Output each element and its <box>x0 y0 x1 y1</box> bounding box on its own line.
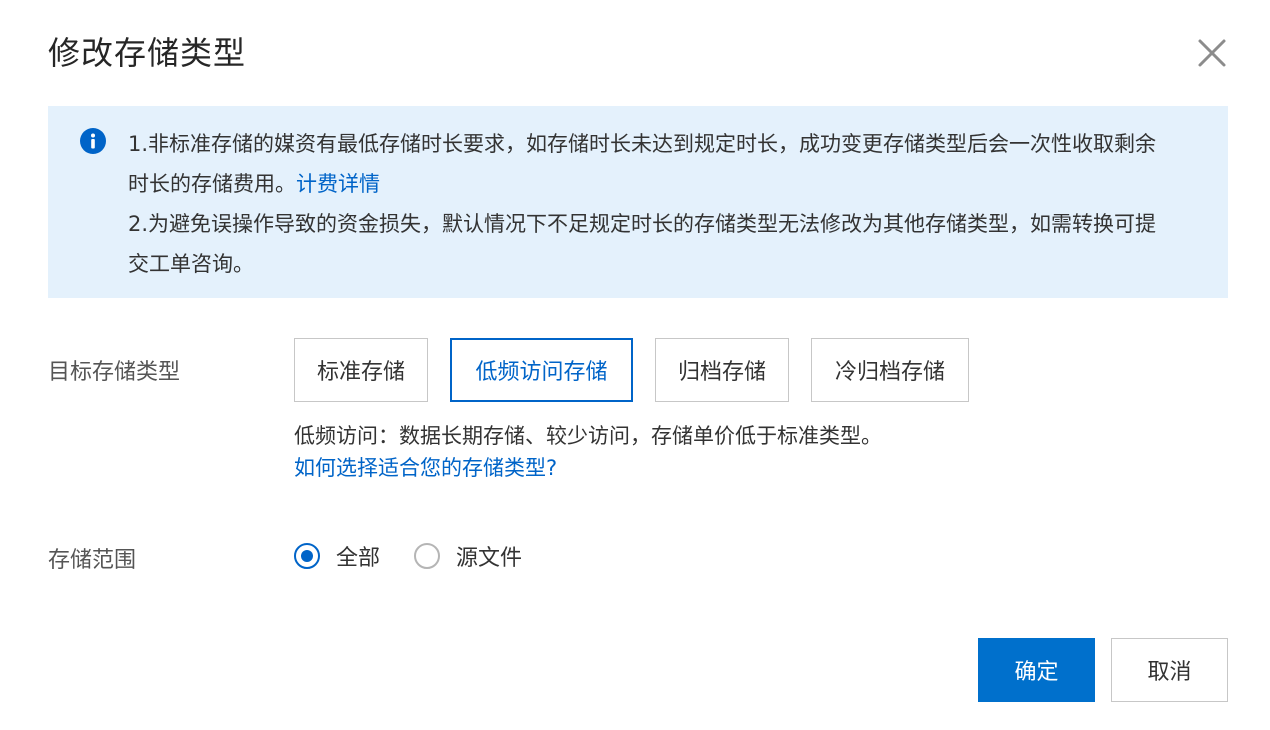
billing-details-link[interactable]: 计费详情 <box>296 172 380 196</box>
info-icon <box>80 128 106 154</box>
storage-type-help-link[interactable]: 如何选择适合您的存储类型? <box>294 452 882 484</box>
option-archive-storage[interactable]: 归档存储 <box>655 338 789 402</box>
storage-type-description-text: 低频访问：数据长期存储、较少访问，存储单价低于标准类型。 <box>294 424 882 448</box>
storage-scope-label: 存储范围 <box>48 548 137 573</box>
storage-type-description: 低频访问：数据长期存储、较少访问，存储单价低于标准类型。 如何选择适合您的存储类… <box>294 420 882 484</box>
storage-type-label: 目标存储类型 <box>48 360 181 385</box>
radio-option-all[interactable]: 全部 <box>294 540 380 572</box>
notice-text: 1.非标准存储的媒资有最低存储时长要求，如存储时长未达到规定时长，成功变更存储类… <box>128 124 1168 284</box>
storage-scope-radio-group: 全部 源文件 <box>294 540 556 572</box>
radio-label-source-file: 源文件 <box>456 546 523 571</box>
option-standard-storage[interactable]: 标准存储 <box>294 338 428 402</box>
notice-line-1-text: 1.非标准存储的媒资有最低存储时长要求，如存储时长未达到规定时长，成功变更存储类… <box>128 132 1157 196</box>
dialog-title: 修改存储类型 <box>48 34 247 72</box>
notice-banner: 1.非标准存储的媒资有最低存储时长要求，如存储时长未达到规定时长，成功变更存储类… <box>48 106 1228 298</box>
notice-line-2: 2.为避免误操作导致的资金损失，默认情况下不足规定时长的存储类型无法修改为其他存… <box>128 212 1157 276</box>
close-icon[interactable] <box>1193 34 1231 72</box>
notice-line-1: 1.非标准存储的媒资有最低存储时长要求，如存储时长未达到规定时长，成功变更存储类… <box>128 124 1168 204</box>
radio-checked-icon[interactable] <box>294 543 320 569</box>
radio-label-all: 全部 <box>336 546 381 571</box>
option-infrequent-access-storage[interactable]: 低频访问存储 <box>450 338 633 402</box>
cancel-button[interactable]: 取消 <box>1111 638 1228 702</box>
radio-unchecked-icon[interactable] <box>414 543 441 569</box>
option-cold-archive-storage[interactable]: 冷归档存储 <box>811 338 969 402</box>
radio-option-source-file[interactable]: 源文件 <box>414 540 522 572</box>
confirm-button[interactable]: 确定 <box>978 638 1095 702</box>
